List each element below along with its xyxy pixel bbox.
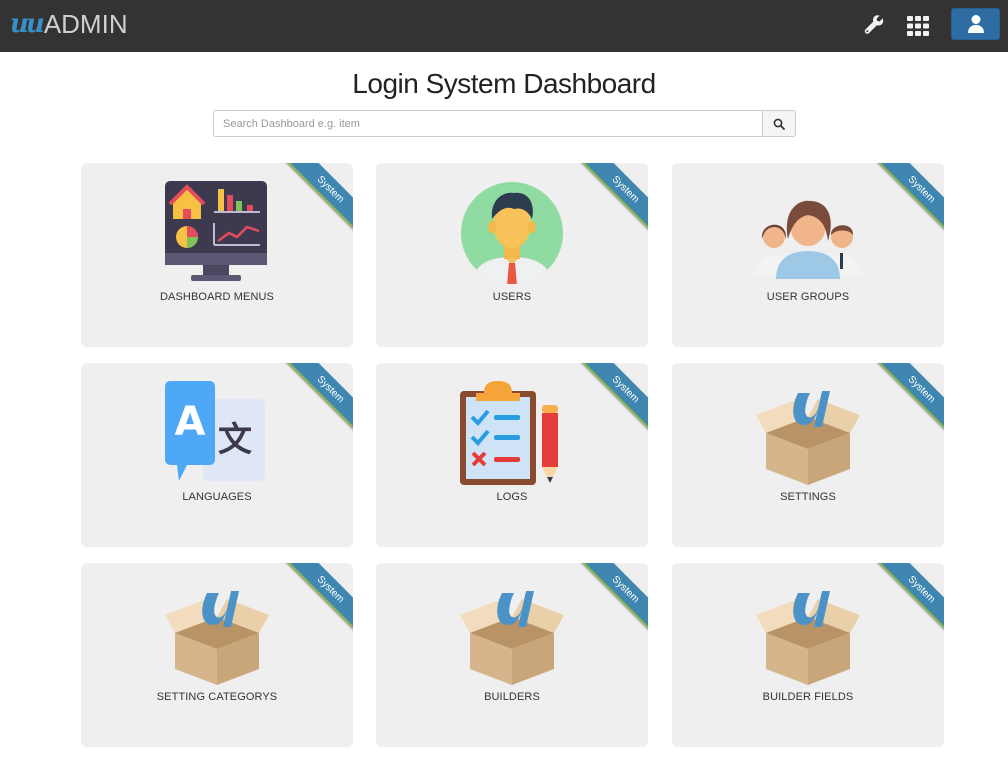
package-box-icon [163,579,271,687]
card-label: LOGS [496,491,528,503]
system-ribbon: System [277,563,353,639]
card-label: BUILDERS [484,691,540,703]
search-button[interactable] [762,110,796,137]
card-dashboard-menus[interactable]: System DASHBOARD MENUS [81,163,353,347]
translate-icon: 文 A [163,379,271,487]
card-label: BUILDER FIELDS [762,691,854,703]
system-badge: System [578,363,648,437]
system-badge: System [874,363,944,437]
page-title: Login System Dashboard [352,68,656,99]
search-input[interactable] [213,110,762,137]
system-ribbon: System [277,363,353,439]
system-ribbon: System [868,563,944,639]
system-badge: System [578,163,648,237]
search-icon [773,118,785,130]
system-badge: System [283,563,353,637]
user-icon [967,15,984,33]
user-group-icon [754,179,862,287]
package-box-icon [754,579,862,687]
system-ribbon: System [572,563,648,639]
card-settings[interactable]: System SETTINGS [672,363,944,547]
svg-text:A: A [175,399,206,445]
svg-text:文: 文 [218,420,252,460]
system-ribbon: System [572,163,648,239]
system-badge: System [874,563,944,637]
system-badge: System [874,163,944,237]
search-bar [213,110,796,137]
system-ribbon: System [572,363,648,439]
system-ribbon: System [277,163,353,239]
card-label: LANGUAGES [182,491,252,503]
card-setting-categorys[interactable]: System SETTING CATEGORYS [81,563,353,747]
user-menu-button[interactable] [951,8,1000,40]
card-builders[interactable]: System BUILDERS [376,563,648,747]
system-badge: System [283,363,353,437]
card-label: USERS [492,291,532,303]
grid-apps-icon[interactable] [906,14,930,38]
system-badge: System [578,563,648,637]
logo-mark: u [10,9,29,39]
system-ribbon: System [868,163,944,239]
app-logo[interactable]: uu ADMIN [10,8,128,40]
system-badge: System [283,163,353,237]
card-builder-fields[interactable]: System BUILDER FIELDS [672,563,944,747]
card-logs[interactable]: System LOGS [376,363,648,547]
card-user-groups[interactable]: System USER GROUPS [672,163,944,347]
top-navbar: uu ADMIN [0,0,1008,52]
wrench-icon[interactable] [862,14,886,38]
card-users[interactable]: System USERS [376,163,648,347]
card-label: USER GROUPS [766,291,850,303]
card-languages[interactable]: System 文 A LANGUAGES [81,363,353,547]
clipboard-checklist-icon [458,379,566,487]
logo-mark-second: u [25,9,45,39]
logo-text: ADMIN [43,8,128,39]
card-label: DASHBOARD MENUS [160,291,274,303]
dashboard-monitor-icon [163,179,271,287]
system-ribbon: System [868,363,944,439]
package-box-icon [458,579,566,687]
user-avatar-icon [458,179,566,287]
card-label: SETTINGS [780,491,836,503]
package-box-icon [754,379,862,487]
card-label: SETTING CATEGORYS [156,691,278,703]
